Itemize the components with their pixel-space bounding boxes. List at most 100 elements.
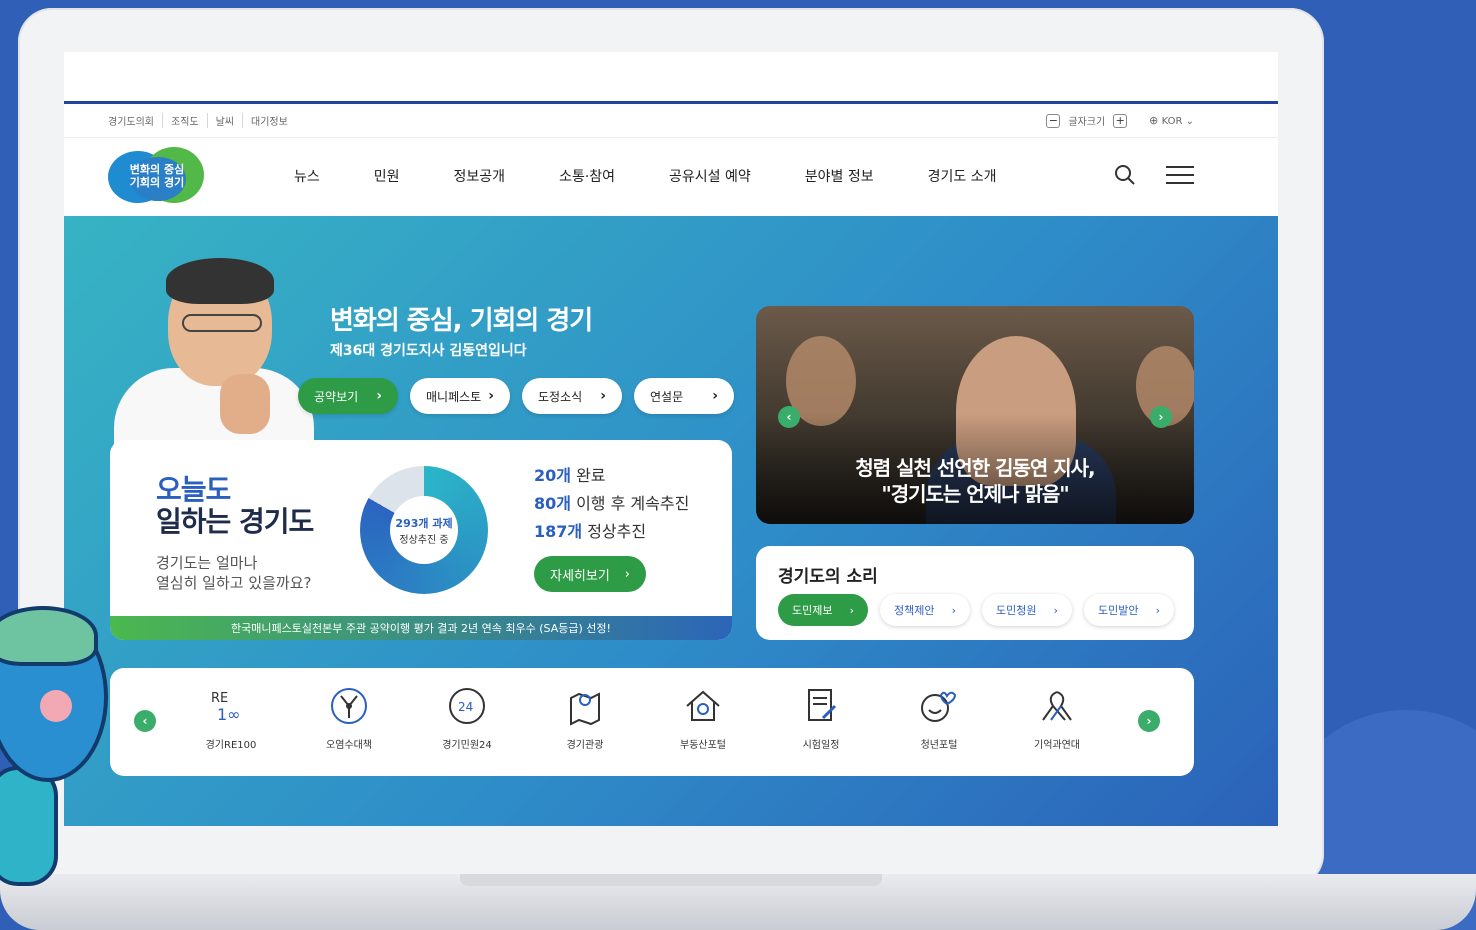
site-logo[interactable]: 변화의 중심 기회의 경기 xyxy=(108,146,204,205)
quick-label: 경기RE100 xyxy=(205,740,257,751)
logo-line-1: 변화의 중심 xyxy=(129,162,185,176)
quick-item-exam[interactable]: 시험일정 xyxy=(762,684,880,751)
quick-item-memory[interactable]: 기억과연대 xyxy=(998,684,1116,751)
util-link[interactable]: 조직도 xyxy=(162,113,207,128)
quick-items: RE 1∞ 경기RE100 오염수대책 24 경기민원24 경기관광 부동산포털… xyxy=(172,684,1116,751)
chevron-right-icon: › xyxy=(849,603,854,617)
utility-right: − 글자크기 + ⊕ KOR ⌄ xyxy=(1046,113,1194,128)
quick-links-bar: ‹ RE 1∞ 경기RE100 오염수대책 24 경기민원24 경기관광 부동산… xyxy=(110,668,1194,776)
laptop-notch xyxy=(460,874,882,886)
chevron-right-icon: › xyxy=(624,566,630,582)
nav-item-fields[interactable]: 분야별 정보 xyxy=(805,166,874,186)
manifesto-button[interactable]: 매니페스토 › xyxy=(410,378,510,414)
nav-item-facility[interactable]: 공유시설 예약 xyxy=(669,166,751,186)
nav-item-participation[interactable]: 소통·참여 xyxy=(559,166,615,186)
quick-next-icon[interactable]: › xyxy=(1138,710,1160,732)
document-pen-icon xyxy=(799,684,843,728)
chevron-right-icon: › xyxy=(1155,603,1160,617)
hero-subtitle: 제36대 경기도지사 김동연입니다 xyxy=(330,343,527,359)
chevron-down-icon: ⌄ xyxy=(1185,116,1194,127)
main-menu: 뉴스 민원 정보공개 소통·참여 공유시설 예약 분야별 정보 경기도 소개 xyxy=(294,166,1051,186)
gnb-icons xyxy=(1114,164,1194,186)
mascot-character xyxy=(0,606,118,896)
stat-number: 187개 xyxy=(534,522,583,541)
report-label: 도민제보 xyxy=(792,604,833,617)
quick-label: 경기관광 xyxy=(566,740,604,751)
utility-bar: 경기도의회 조직도 날씨 대기정보 − 글자크기 + ⊕ KOR ⌄ xyxy=(64,104,1278,138)
chevron-right-icon: › xyxy=(1053,603,1058,617)
speech-button[interactable]: 연설문 › xyxy=(634,378,734,414)
stat-number: 80개 xyxy=(534,494,571,513)
nav-item-about[interactable]: 경기도 소개 xyxy=(928,166,997,186)
hamburger-menu-icon[interactable] xyxy=(1166,166,1194,184)
chevron-right-icon: › xyxy=(712,388,718,404)
global-nav: 변화의 중심 기회의 경기 뉴스 민원 정보공개 소통·참여 공유시설 예약 분… xyxy=(64,138,1278,213)
video-caption-2: "경기도는 언제나 맑음" xyxy=(881,482,1069,506)
stat-row: 20개 완료 xyxy=(534,462,689,490)
ribbon-icon xyxy=(1035,684,1079,728)
proposal-button[interactable]: 정책제안 › xyxy=(880,594,970,626)
search-icon[interactable] xyxy=(1114,164,1136,186)
svg-text:RE: RE xyxy=(211,691,228,706)
language-selector[interactable]: ⊕ KOR ⌄ xyxy=(1149,114,1194,127)
nav-item-disclosure[interactable]: 정보공개 xyxy=(454,166,506,186)
pledge-label: 공약보기 xyxy=(314,389,359,404)
chevron-right-icon: › xyxy=(376,388,382,404)
quick-item-minwon24[interactable]: 24 경기민원24 xyxy=(408,684,526,751)
chevron-right-icon: › xyxy=(600,388,606,404)
video-caption-1: 청렴 실천 선언한 김동연 지사, xyxy=(855,456,1095,480)
quick-item-radiation[interactable]: 오염수대책 xyxy=(290,684,408,751)
slide-prev-icon[interactable]: ‹ xyxy=(778,406,800,428)
laptop-screen: 경기도의회 조직도 날씨 대기정보 − 글자크기 + ⊕ KOR ⌄ 변화의 중… xyxy=(64,52,1278,826)
today-question-1: 경기도는 얼마나 xyxy=(156,554,258,572)
pledge-button[interactable]: 공약보기 › xyxy=(298,378,398,414)
re100-icon: RE 1∞ xyxy=(209,684,253,728)
detail-label: 자세히보기 xyxy=(550,568,610,584)
petition-button[interactable]: 도민청원 › xyxy=(982,594,1072,626)
petition-label: 도민청원 xyxy=(996,604,1037,617)
pledge-stats: 20개 완료 80개 이행 후 계속추진 187개 정상추진 xyxy=(534,462,689,546)
news-label: 도정소식 xyxy=(538,389,583,404)
report-button[interactable]: 도민제보 › xyxy=(778,594,868,626)
util-link[interactable]: 날씨 xyxy=(206,113,242,128)
font-decrease-button[interactable]: − xyxy=(1046,113,1061,128)
slide-next-icon[interactable]: › xyxy=(1150,406,1172,428)
clock-24-icon: 24 xyxy=(445,684,489,728)
award-banner: 한국매니페스토실천본부 주관 공약이행 평가 결과 2년 연속 최우수 (SA등… xyxy=(110,616,732,640)
nav-item-news[interactable]: 뉴스 xyxy=(294,166,320,186)
quick-prev-icon[interactable]: ‹ xyxy=(134,710,156,732)
chevron-right-icon: › xyxy=(951,603,956,617)
nav-item-civil[interactable]: 민원 xyxy=(374,166,400,186)
speech-label: 연설문 xyxy=(650,389,684,404)
progress-donut: 293개 과제 정상추진 중 xyxy=(360,466,488,594)
globe-icon: ⊕ xyxy=(1149,114,1159,127)
util-link[interactable]: 경기도의회 xyxy=(108,113,162,128)
language-label: KOR xyxy=(1161,116,1183,127)
quick-label: 청년포털 xyxy=(920,740,958,751)
hero-title: 변화의 중심, 기회의 경기 xyxy=(330,306,593,336)
quick-item-youth[interactable]: 청년포털 xyxy=(880,684,998,751)
quick-item-re100[interactable]: RE 1∞ 경기RE100 xyxy=(172,684,290,751)
svg-text:24: 24 xyxy=(458,700,473,714)
quick-label: 부동산포털 xyxy=(680,740,726,751)
util-link[interactable]: 대기정보 xyxy=(242,113,296,128)
voice-title: 경기도의 소리 xyxy=(778,567,878,587)
stat-text: 정상추진 xyxy=(582,522,647,541)
initiative-button[interactable]: 도민발안 › xyxy=(1084,594,1174,626)
stat-row: 187개 정상추진 xyxy=(534,518,689,546)
governor-portrait xyxy=(110,258,318,448)
smile-heart-icon xyxy=(917,684,961,728)
font-increase-button[interactable]: + xyxy=(1113,113,1128,128)
detail-button[interactable]: 자세히보기 › xyxy=(534,556,646,592)
news-video-slide[interactable]: 청렴 실천 선언한 김동연 지사, "경기도는 언제나 맑음" ‹ › xyxy=(756,306,1194,524)
news-button[interactable]: 도정소식 › xyxy=(522,378,622,414)
quick-label: 기억과연대 xyxy=(1034,740,1080,751)
manifesto-label: 매니페스토 xyxy=(426,389,482,404)
radiation-icon xyxy=(327,684,371,728)
quick-item-tour[interactable]: 경기관광 xyxy=(526,684,644,751)
stat-number: 20개 xyxy=(534,466,571,485)
quick-item-realestate[interactable]: 부동산포털 xyxy=(644,684,762,751)
stat-text: 이행 후 계속추진 xyxy=(571,494,690,513)
voice-button-row: 도민제보 › 정책제안 › 도민청원 › 도민발안 › xyxy=(778,594,1174,626)
chevron-right-icon: › xyxy=(488,388,494,404)
